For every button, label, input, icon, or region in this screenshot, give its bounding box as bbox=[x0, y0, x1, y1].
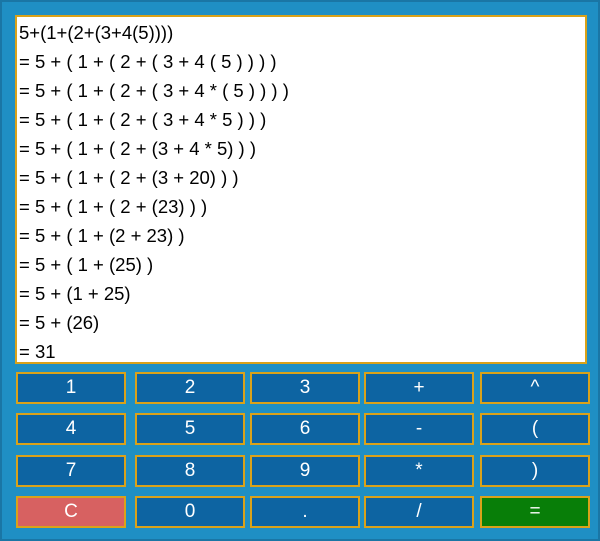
display-line-step: = 5 + ( 1 + ( 2 + (3 + 20) ) ) bbox=[19, 167, 239, 188]
calculator-app: 5+(1+(2+(3+4(5)))) = 5 + ( 1 + ( 2 + ( 3… bbox=[0, 0, 600, 541]
key-9-button[interactable]: 9 bbox=[250, 455, 360, 487]
keypad: 1 2 3 + ^ 4 5 6 - ( 7 8 9 * ) C 0 . / = bbox=[16, 372, 590, 532]
key-7-button[interactable]: 7 bbox=[16, 455, 126, 487]
display-line-step: = 5 + ( 1 + (25) ) bbox=[19, 254, 154, 275]
decimal-point-button[interactable]: . bbox=[250, 496, 360, 528]
key-4-button[interactable]: 4 bbox=[16, 413, 126, 445]
key-1-button[interactable]: 1 bbox=[16, 372, 126, 404]
equals-button[interactable]: = bbox=[480, 496, 590, 528]
close-paren-button[interactable]: ) bbox=[480, 455, 590, 487]
display-line-step: = 5 + ( 1 + ( 2 + ( 3 + 4 ( 5 ) ) ) ) bbox=[19, 51, 277, 72]
key-2-button[interactable]: 2 bbox=[135, 372, 245, 404]
divide-button[interactable]: / bbox=[364, 496, 474, 528]
display-line-step: = 5 + ( 1 + ( 2 + (23) ) ) bbox=[19, 196, 208, 217]
key-3-button[interactable]: 3 bbox=[250, 372, 360, 404]
key-5-button[interactable]: 5 bbox=[135, 413, 245, 445]
clear-button[interactable]: C bbox=[16, 496, 126, 528]
display-line-step: = 5 + (1 + 25) bbox=[19, 283, 131, 304]
minus-button[interactable]: - bbox=[364, 413, 474, 445]
plus-button[interactable]: + bbox=[364, 372, 474, 404]
display-line-step: = 5 + ( 1 + ( 2 + (3 + 4 * 5) ) ) bbox=[19, 138, 257, 159]
display-line-step: = 5 + ( 1 + ( 2 + ( 3 + 4 * ( 5 ) ) ) ) bbox=[19, 80, 289, 101]
display-line-result: = 31 bbox=[19, 341, 56, 362]
key-0-button[interactable]: 0 bbox=[135, 496, 245, 528]
open-paren-button[interactable]: ( bbox=[480, 413, 590, 445]
display-line-input: 5+(1+(2+(3+4(5)))) bbox=[19, 22, 174, 43]
key-6-button[interactable]: 6 bbox=[250, 413, 360, 445]
multiply-button[interactable]: * bbox=[364, 455, 474, 487]
expression-display: 5+(1+(2+(3+4(5)))) = 5 + ( 1 + ( 2 + ( 3… bbox=[15, 15, 587, 364]
display-line-step: = 5 + (26) bbox=[19, 312, 100, 333]
power-button[interactable]: ^ bbox=[480, 372, 590, 404]
key-8-button[interactable]: 8 bbox=[135, 455, 245, 487]
display-line-step: = 5 + ( 1 + ( 2 + ( 3 + 4 * 5 ) ) ) bbox=[19, 109, 267, 130]
display-line-step: = 5 + ( 1 + (2 + 23) ) bbox=[19, 225, 185, 246]
